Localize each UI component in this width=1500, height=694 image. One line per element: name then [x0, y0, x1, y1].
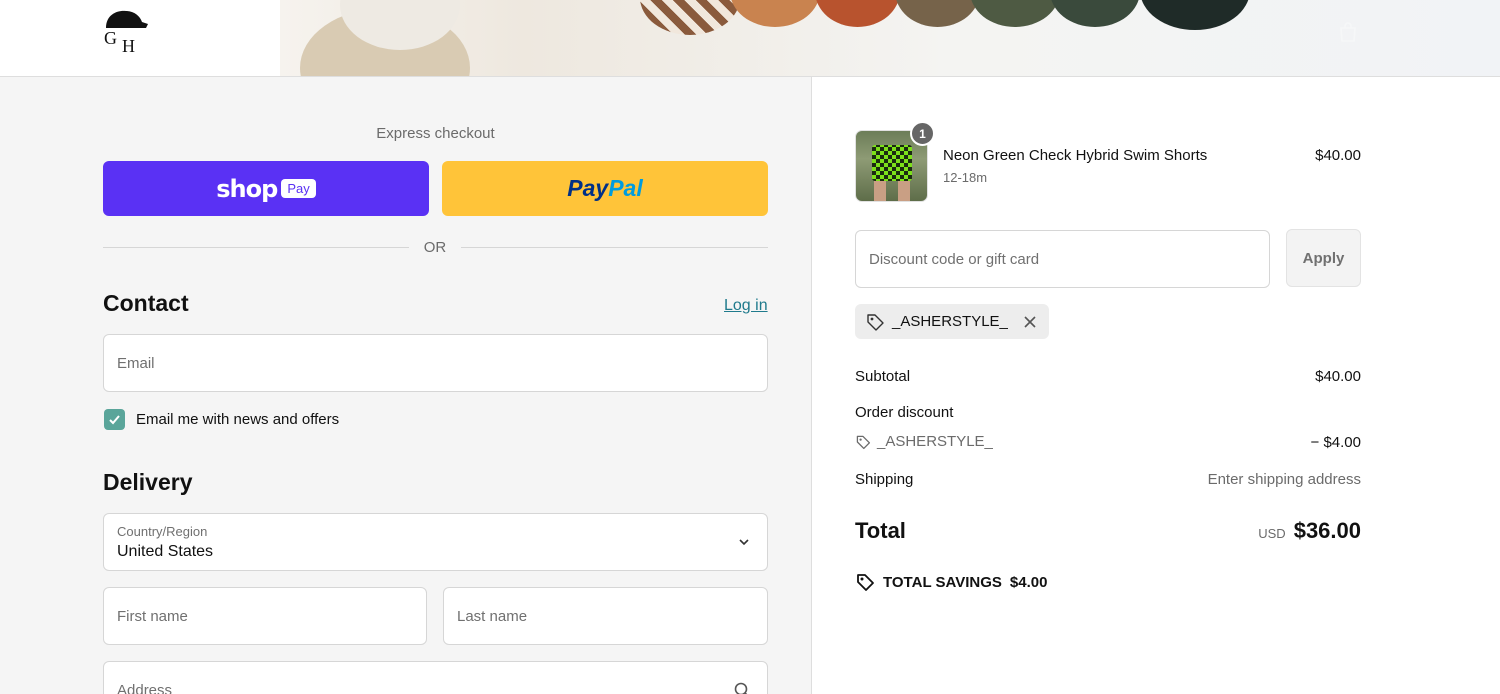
total-savings: TOTAL SAVINGS $4.00: [855, 572, 1047, 592]
svg-text:H: H: [122, 36, 135, 54]
apply-discount-button[interactable]: Apply: [1286, 229, 1361, 287]
express-checkout-title: Express checkout: [376, 125, 495, 142]
order-discount-code: _ASHERSTYLE_: [855, 433, 993, 450]
total-savings-label: TOTAL SAVINGS: [883, 573, 1002, 591]
total-value: $36.00: [1293, 518, 1361, 543]
header-banner-image: [280, 0, 1500, 76]
quantity-badge: 1: [910, 121, 935, 146]
divider-left: [103, 247, 409, 248]
search-icon: [734, 682, 748, 694]
close-icon: [1024, 315, 1036, 328]
banner-hat: [1140, 0, 1250, 30]
newsletter-label: Email me with news and offers: [136, 411, 340, 428]
order-summary-column: 1 Neon Green Check Hybrid Swim Shorts 12…: [813, 77, 1500, 694]
order-discount-value: − $4.00: [1310, 434, 1361, 451]
remove-discount-button[interactable]: [1021, 313, 1039, 331]
banner-hat: [970, 0, 1060, 27]
shop-pay-button[interactable]: shop Pay: [103, 161, 429, 216]
product-price: $40.00: [1315, 147, 1361, 164]
product-name: Neon Green Check Hybrid Swim Shorts: [943, 147, 1208, 164]
paypal-button[interactable]: Pay Pal: [442, 161, 768, 216]
shipping-label: Shipping: [855, 471, 914, 488]
tag-icon: [867, 313, 884, 331]
order-discount-code-label: _ASHERSTYLE_: [877, 433, 993, 450]
banner-hat: [1050, 0, 1140, 27]
delivery-title: Delivery: [103, 469, 193, 495]
contact-title: Contact: [103, 290, 189, 316]
total-currency: USD: [1258, 526, 1286, 541]
email-input[interactable]: [104, 335, 767, 391]
order-discount-label: Order discount: [855, 404, 954, 421]
total-amount: USD $36.00: [1258, 518, 1361, 544]
banner-hat: [730, 0, 820, 27]
last-name-input[interactable]: [444, 588, 767, 644]
paypal-wordmark-pal: Pal: [608, 175, 643, 201]
shop-pay-badge: Pay: [281, 179, 316, 198]
last-name-field[interactable]: [443, 587, 768, 645]
banner-hat: [895, 0, 980, 27]
shopping-bag-icon[interactable]: [1336, 20, 1360, 44]
tag-icon: [856, 435, 871, 449]
country-select[interactable]: Country/Region United States: [103, 513, 768, 571]
product-variant: 12-18m: [943, 170, 988, 185]
tag-icon: [857, 574, 874, 591]
checkmark-icon: [109, 415, 120, 425]
first-name-input[interactable]: [104, 588, 426, 644]
address-field[interactable]: [103, 661, 768, 694]
cap-logo-icon[interactable]: G H: [102, 8, 150, 54]
divider-right: [461, 247, 768, 248]
checkout-form-column: Express checkout shop Pay Pay Pal OR Cont…: [0, 77, 812, 694]
paypal-wordmark-pay: Pay: [567, 175, 609, 201]
total-label: Total: [855, 518, 906, 543]
site-header: G H: [0, 0, 1500, 77]
subtotal-label: Subtotal: [855, 368, 911, 385]
discount-code-input[interactable]: [856, 231, 1269, 287]
log-in-link[interactable]: Log in: [724, 297, 768, 315]
banner-hat: [640, 0, 740, 35]
discount-code-field[interactable]: [855, 230, 1270, 288]
country-select-value: United States: [117, 543, 214, 560]
applied-discount-chip: _ASHERSTYLE_: [855, 304, 1049, 339]
address-input[interactable]: [104, 662, 767, 694]
svg-text:G: G: [104, 28, 117, 48]
chevron-down-icon: [739, 539, 749, 546]
subtotal-value: $40.00: [1315, 368, 1361, 385]
applied-discount-code: _ASHERSTYLE_: [892, 313, 1008, 330]
country-select-label: Country/Region: [117, 524, 208, 539]
banner-hat: [815, 0, 900, 27]
or-divider-label: OR: [423, 239, 447, 256]
first-name-field[interactable]: [103, 587, 427, 645]
newsletter-checkbox[interactable]: [104, 409, 125, 430]
total-savings-value: $4.00: [1009, 573, 1048, 591]
email-field[interactable]: [103, 334, 768, 392]
shipping-value: Enter shipping address: [1207, 471, 1361, 488]
shop-pay-wordmark: shop: [216, 174, 278, 203]
